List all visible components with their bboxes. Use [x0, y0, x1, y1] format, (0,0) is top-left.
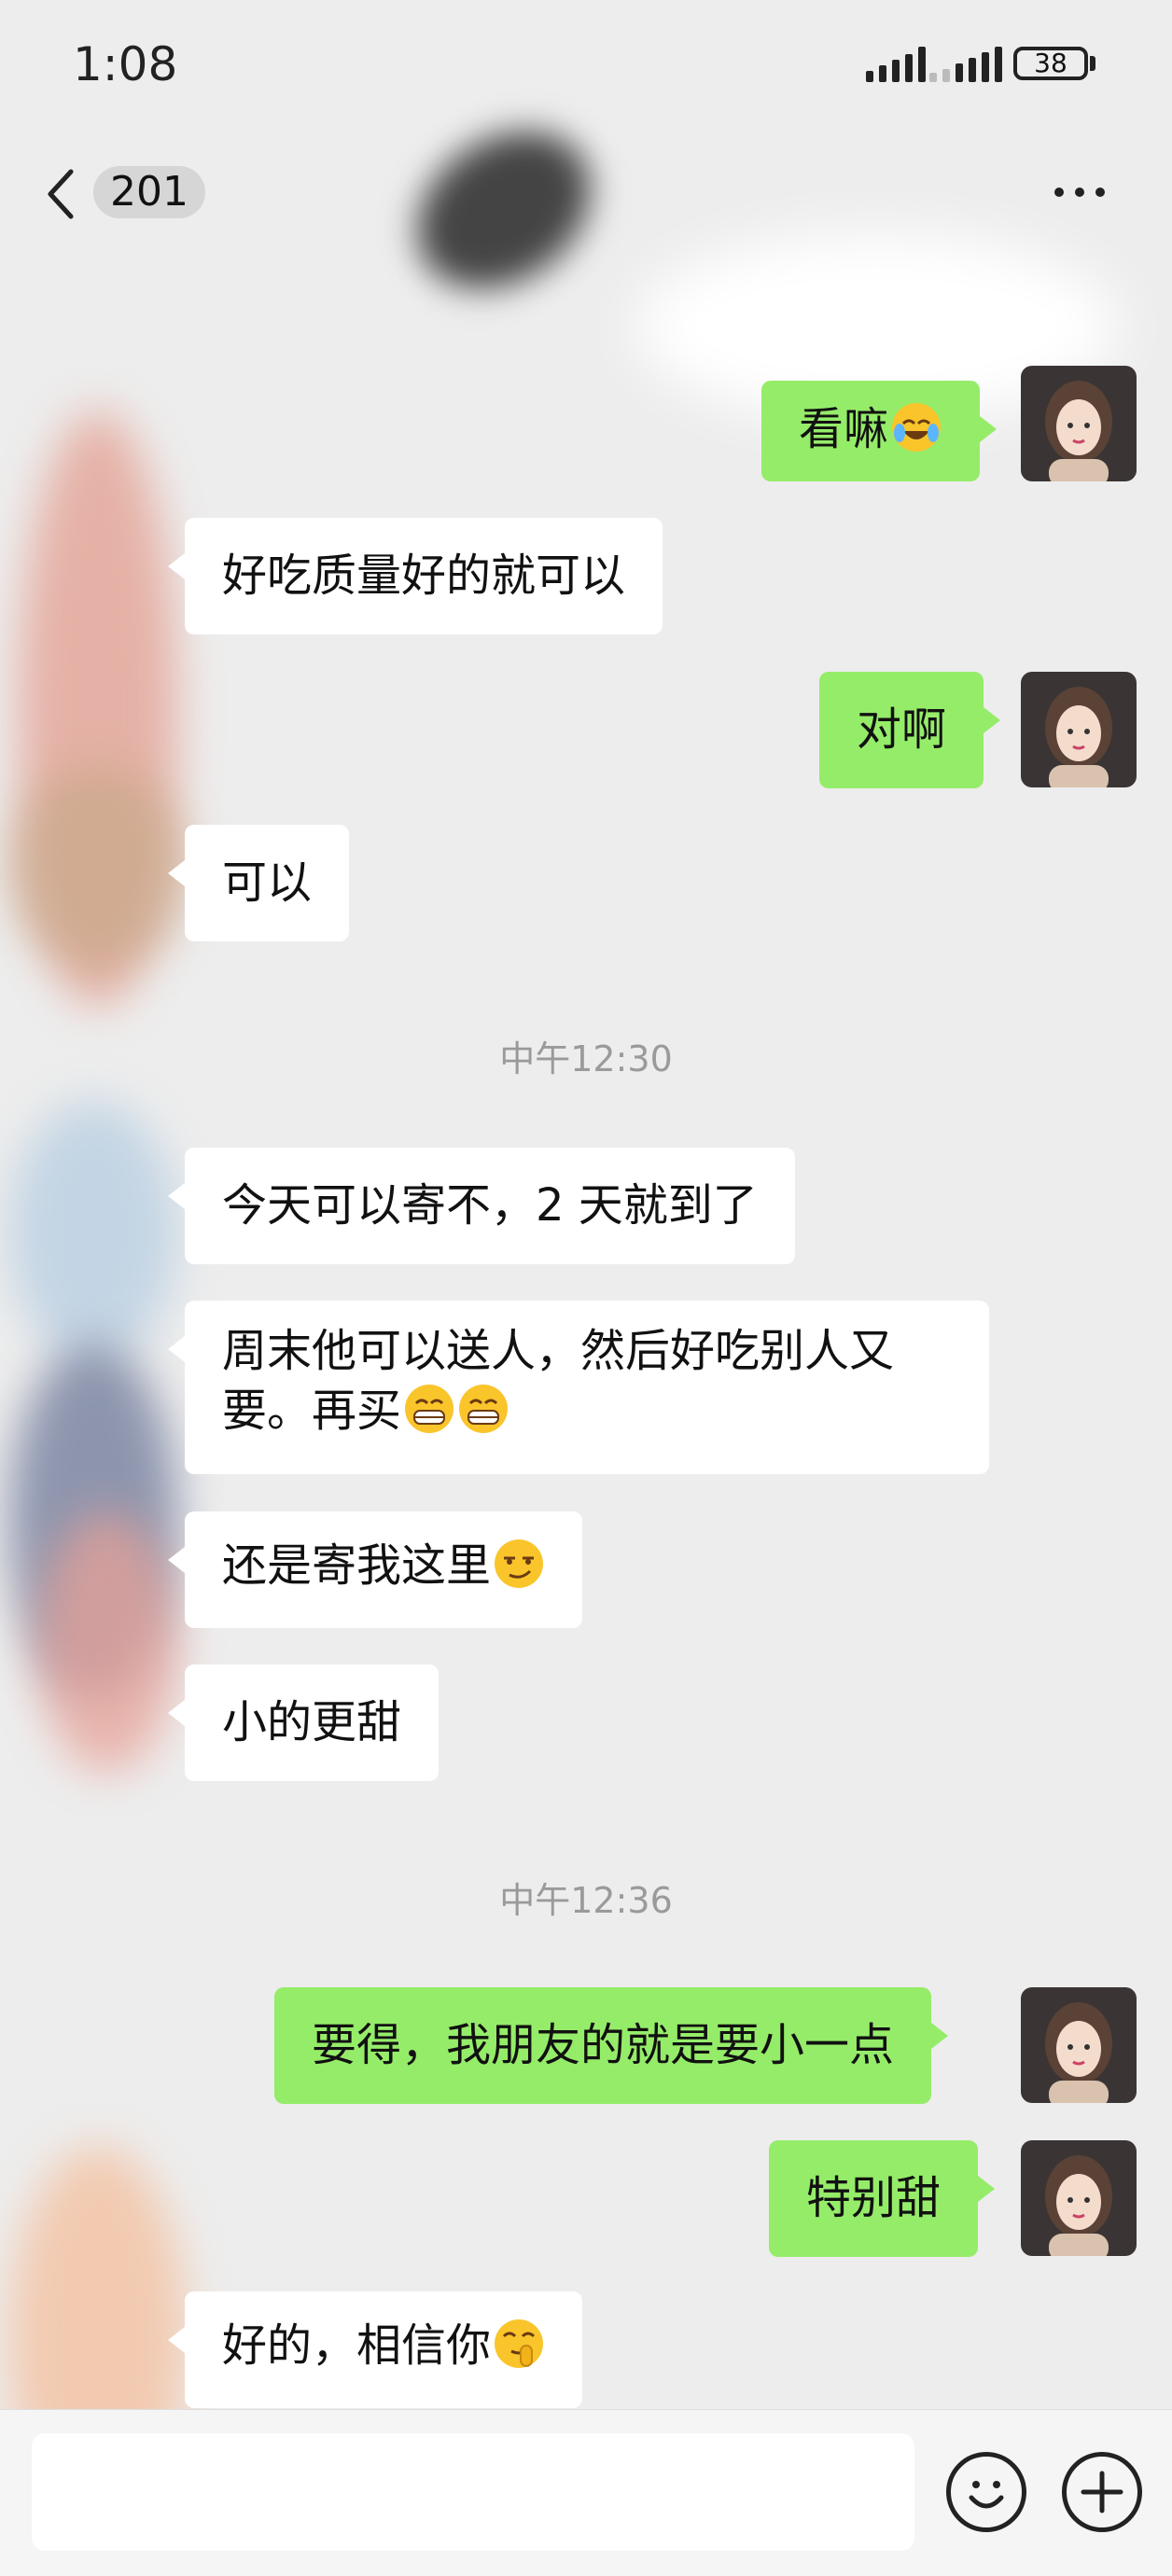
- smirking-emoji-icon: [495, 1539, 544, 1588]
- battery-level: 38: [1034, 48, 1067, 78]
- privacy-smudge: [387, 99, 621, 321]
- avatar[interactable]: [1021, 1987, 1137, 2103]
- avatar[interactable]: [1021, 366, 1137, 481]
- unread-badge[interactable]: 201: [93, 166, 205, 218]
- message-bubble-sent[interactable]: 特别甜: [769, 2140, 996, 2257]
- privacy-smudge: [9, 1101, 177, 1362]
- message-text: 好的，相信你: [222, 2319, 492, 2372]
- message-text-line: 要。再买: [222, 1385, 402, 1437]
- shushing-emoji-icon: [495, 2319, 544, 2368]
- status-time: 1:08: [73, 37, 178, 91]
- avatar[interactable]: [1021, 2140, 1137, 2256]
- message-text: 还是寄我这里: [222, 1539, 492, 1592]
- message-text: 要得，我朋友的就是要小一点: [312, 2019, 895, 2071]
- message-bubble-sent[interactable]: 对啊: [819, 672, 1001, 788]
- message-text: 今天可以寄不，2 天就到了: [222, 1179, 758, 1232]
- message-bubble-received[interactable]: 好吃质量好的就可以: [167, 518, 663, 634]
- privacy-smudge: [37, 1511, 177, 1773]
- message-text: 可以: [222, 856, 313, 909]
- grinning-emoji-icon: [459, 1385, 509, 1433]
- message-bubble-received[interactable]: 还是寄我这里: [167, 1511, 583, 1628]
- more-dots-icon[interactable]: [1054, 174, 1120, 211]
- avatar[interactable]: [1021, 672, 1137, 787]
- message-bubble-received[interactable]: 周末他可以送人，然后好吃别人又 要。再买: [168, 1301, 989, 1474]
- timestamp: 中午12:30: [499, 1038, 673, 1079]
- message-bubble-received[interactable]: 可以: [167, 825, 350, 941]
- message-text: 对啊: [857, 703, 947, 756]
- message-text-line: 周末他可以送人，然后好吃别人又: [222, 1325, 895, 1377]
- status-bar: 1:08 38: [0, 0, 1172, 131]
- grinning-emoji-icon: [405, 1385, 454, 1433]
- signal-icon: [866, 47, 926, 82]
- battery-icon: 38: [1013, 47, 1088, 80]
- message-bubble-received[interactable]: 小的更甜: [167, 1664, 440, 1781]
- message-text: 特别甜: [806, 2172, 942, 2224]
- timestamp: 中午12:36: [499, 1880, 673, 1921]
- message-text: 小的更甜: [222, 1696, 402, 1748]
- smiley-icon[interactable]: [946, 2452, 1026, 2532]
- message-input[interactable]: [32, 2433, 914, 2551]
- signal-icon-secondary: [929, 47, 1002, 82]
- message-bubble-sent[interactable]: 看嘛: [761, 381, 998, 481]
- privacy-smudge: [9, 765, 187, 970]
- message-bubble-sent[interactable]: 要得，我朋友的就是要小一点: [274, 1987, 949, 2104]
- message-text: 好吃质量好的就可以: [222, 550, 626, 602]
- message-bubble-received[interactable]: 今天可以寄不，2 天就到了: [168, 1148, 795, 1264]
- chevron-left-icon[interactable]: [43, 166, 80, 222]
- message-bubble-received[interactable]: 好的，相信你: [167, 2291, 583, 2408]
- plus-circle-icon[interactable]: [1062, 2452, 1142, 2532]
- message-text: 看嘛: [799, 403, 889, 455]
- laughing-tears-emoji-icon: [892, 403, 942, 452]
- battery-tip: [1090, 56, 1095, 71]
